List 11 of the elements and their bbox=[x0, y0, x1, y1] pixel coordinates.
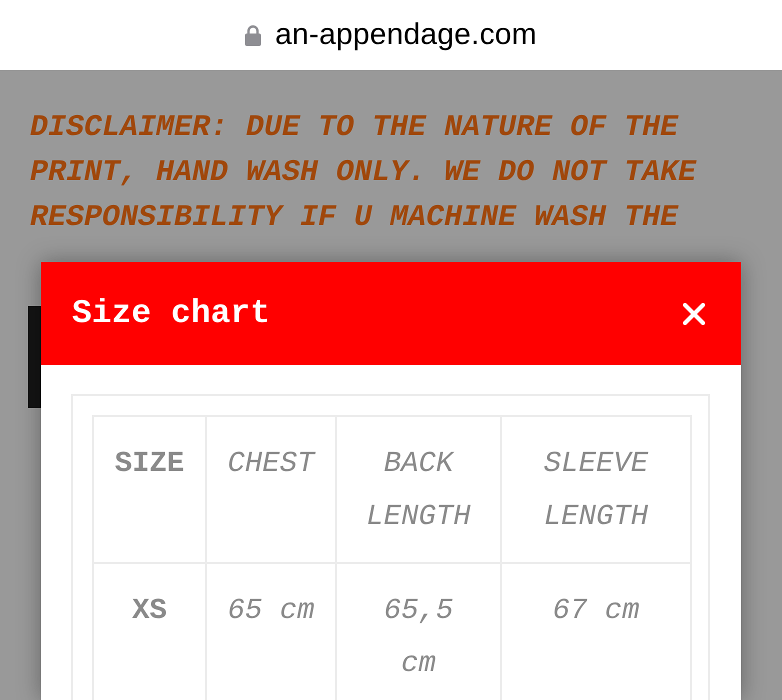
url-text: an-appendage.com bbox=[275, 20, 537, 50]
close-icon bbox=[683, 302, 705, 324]
table-header-cell: BACK LENGTH bbox=[336, 416, 501, 563]
table-header-cell: CHEST bbox=[206, 416, 336, 563]
dialog-title: Size chart bbox=[72, 297, 270, 330]
disclaimer-text: DISCLAIMER: DUE TO THE NATURE OF THE PRINT, HAND WASH ONLY. WE DO NOT TAKE RESPONSIBILITY IF U MACHINE WASH THE bbox=[30, 110, 698, 237]
close-button[interactable] bbox=[683, 302, 705, 324]
lock-icon bbox=[245, 24, 262, 46]
table-cell: XS bbox=[93, 563, 206, 700]
table-header-cell: SLEEVE LENGTH bbox=[501, 416, 691, 563]
table-header-cell: SIZE bbox=[93, 416, 206, 563]
